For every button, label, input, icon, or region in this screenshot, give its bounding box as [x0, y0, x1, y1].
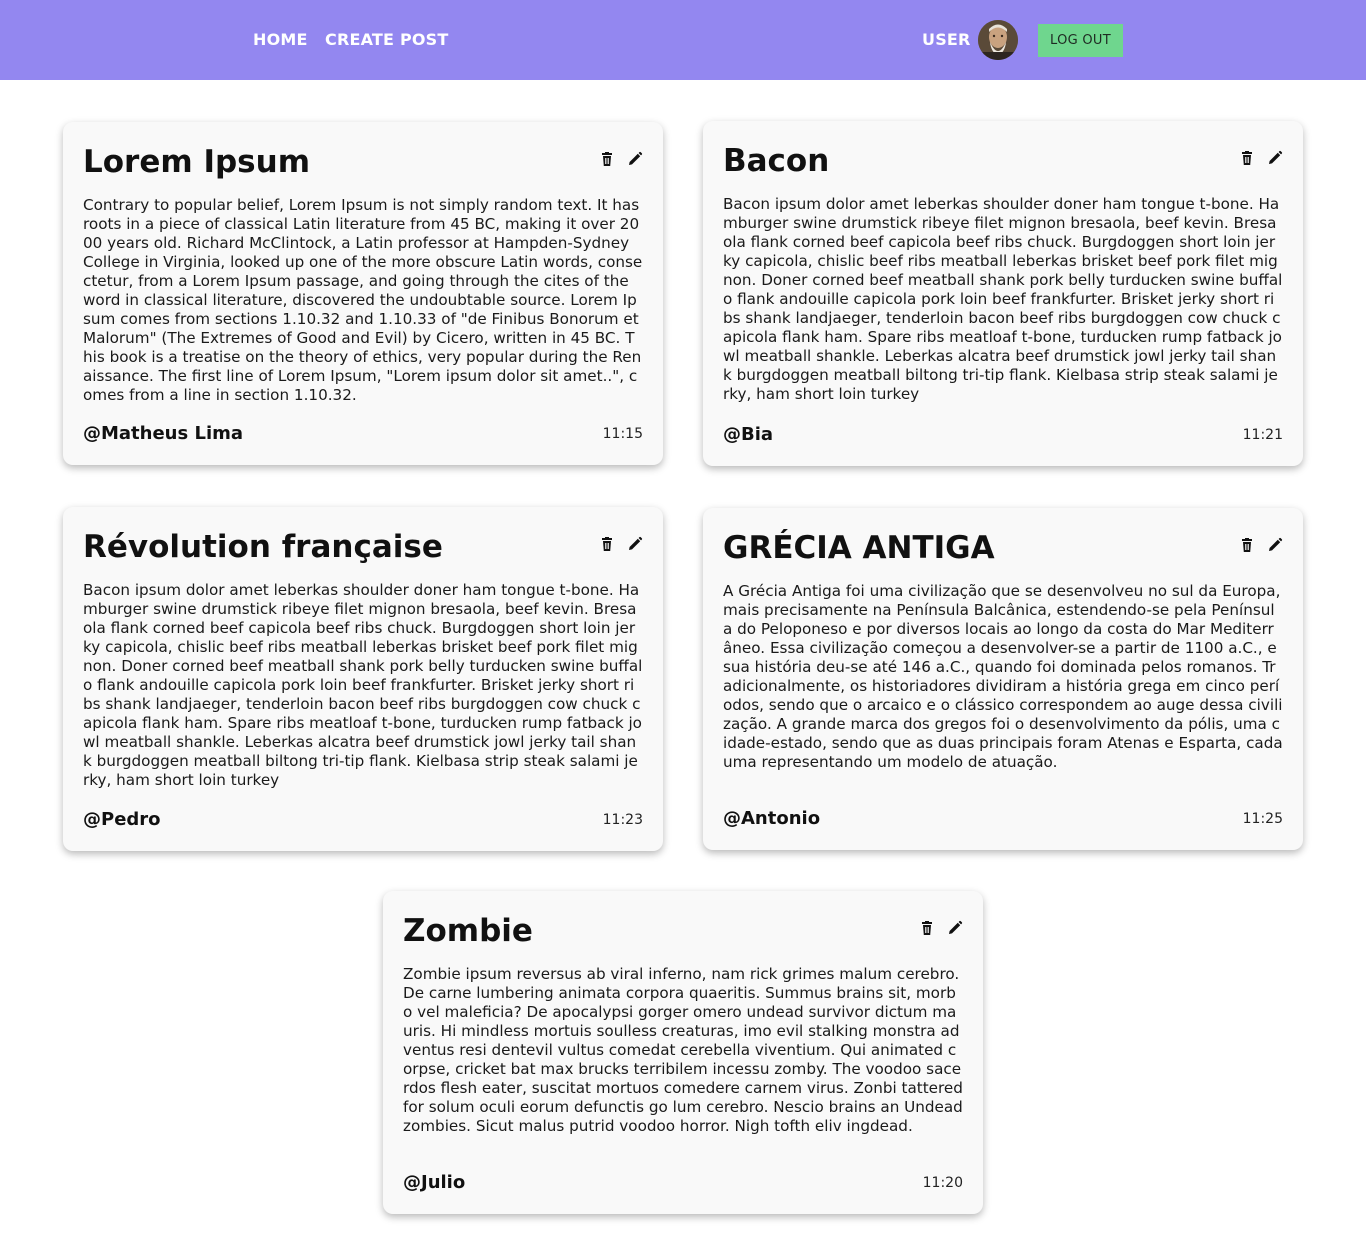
post-card: Zombie Zombie ipsum reversus ab viral in… — [383, 891, 983, 1214]
pencil-icon[interactable] — [1267, 537, 1283, 553]
post-actions — [599, 150, 643, 168]
post-author: @Pedro — [83, 809, 161, 830]
nav-create-post-link[interactable]: CREATE POST — [325, 30, 449, 50]
pencil-icon[interactable] — [627, 151, 643, 167]
post-time: 11:25 — [1242, 811, 1283, 827]
post-author: @Matheus Lima — [83, 423, 244, 444]
post-time: 11:20 — [922, 1175, 963, 1191]
post-body: A Grécia Antiga foi uma civilização que … — [723, 582, 1283, 771]
pencil-icon[interactable] — [1267, 150, 1283, 166]
post-card: Lorem Ipsum Contrary to popular belief, … — [63, 122, 663, 465]
pencil-icon[interactable] — [627, 536, 643, 552]
post-title: Bacon — [723, 143, 830, 179]
pencil-icon[interactable] — [947, 920, 963, 936]
post-card: Bacon Bacon ipsum dolor amet leberkas sh… — [703, 121, 1303, 466]
post-author: @Bia — [723, 424, 774, 445]
post-card: Révolution française Bacon ipsum dolor a… — [63, 507, 663, 851]
post-author: @Julio — [403, 1172, 466, 1193]
trash-icon[interactable] — [1239, 150, 1255, 166]
trash-icon[interactable] — [599, 536, 615, 552]
post-author: @Antonio — [723, 808, 821, 829]
navbar: HOME CREATE POST USER LOG OUT — [0, 0, 1366, 80]
trash-icon[interactable] — [1239, 537, 1255, 553]
post-footer: @Julio 11:20 — [403, 1172, 963, 1194]
trash-icon[interactable] — [919, 920, 935, 936]
nav-home-link[interactable]: HOME — [253, 30, 308, 50]
post-title: Zombie — [403, 913, 533, 949]
post-footer: @Antonio 11:25 — [723, 808, 1283, 830]
post-time: 11:21 — [1242, 427, 1283, 443]
nav-user-label: USER — [922, 30, 971, 49]
post-footer: @Bia 11:21 — [723, 424, 1283, 446]
post-time: 11:15 — [602, 426, 643, 442]
post-body: Bacon ipsum dolor amet leberkas shoulder… — [723, 195, 1283, 403]
post-body: Contrary to popular belief, Lorem Ipsum … — [83, 196, 643, 404]
post-actions — [1239, 149, 1283, 167]
post-footer: @Pedro 11:23 — [83, 809, 643, 831]
post-card: GRÉCIA ANTIGA A Grécia Antiga foi uma ci… — [703, 508, 1303, 850]
post-body: Zombie ipsum reversus ab viral inferno, … — [403, 965, 963, 1135]
avatar-image — [978, 20, 1018, 60]
post-body: Bacon ipsum dolor amet leberkas shoulder… — [83, 581, 643, 789]
post-actions — [919, 919, 963, 937]
trash-icon[interactable] — [599, 151, 615, 167]
post-title: Révolution française — [83, 529, 443, 565]
post-footer: @Matheus Lima 11:15 — [83, 423, 643, 445]
post-title: GRÉCIA ANTIGA — [723, 530, 995, 566]
logout-button[interactable]: LOG OUT — [1038, 24, 1123, 57]
post-actions — [599, 535, 643, 553]
avatar[interactable] — [978, 20, 1018, 60]
post-actions — [1239, 536, 1283, 554]
post-time: 11:23 — [602, 812, 643, 828]
post-title: Lorem Ipsum — [83, 144, 311, 180]
